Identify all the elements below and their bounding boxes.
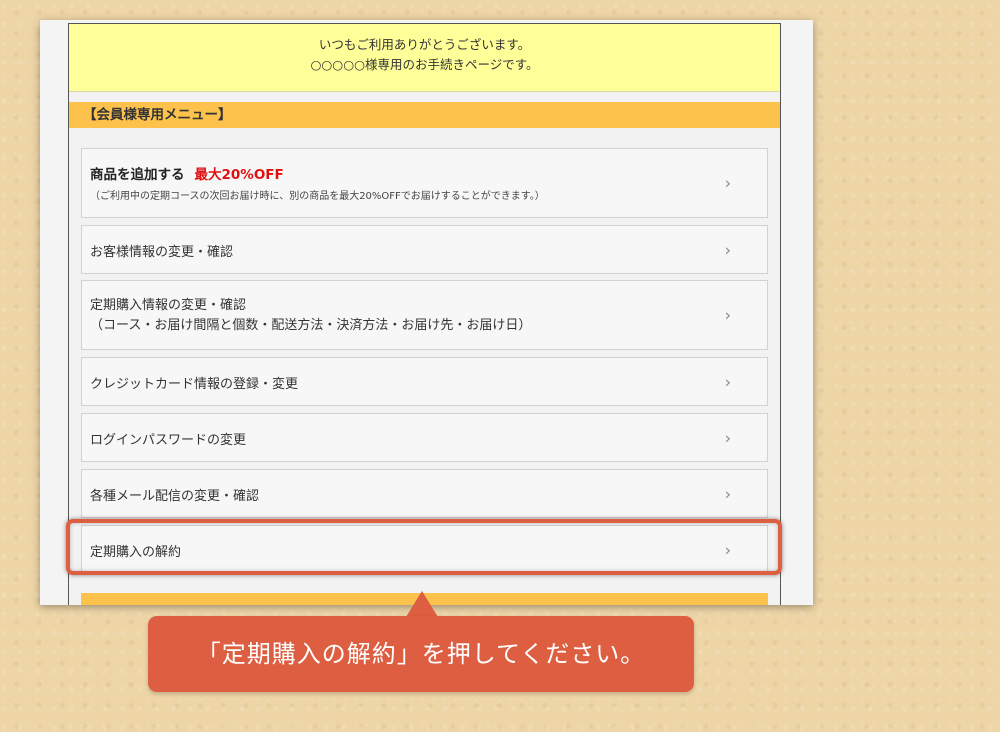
menu-item-credit-card[interactable]: クレジットカード情報の登録・変更 ›	[81, 357, 768, 406]
menu-item-mail-settings[interactable]: 各種メール配信の変更・確認 ›	[81, 469, 768, 518]
chevron-right-icon: ›	[724, 173, 731, 193]
subscription-info-title: 定期購入情報の変更・確認	[90, 298, 247, 313]
welcome-line-2: ○○○○○様専用のお手続きページです。	[310, 57, 539, 72]
chevron-right-icon: ›	[724, 428, 731, 447]
menu-item-label: お客様情報の変更・確認	[90, 245, 234, 260]
welcome-line-1: いつもご利用ありがとうございます。	[318, 37, 531, 52]
chevron-right-icon: ›	[724, 372, 731, 391]
screenshot-panel: いつもご利用ありがとうございます。 ○○○○○様専用のお手続きページです。 【会…	[40, 20, 813, 605]
add-product-note: （ご利用中の定期コースの次回お届け時に、別の商品を最大20%OFFでお届けするこ…	[90, 191, 545, 202]
chevron-right-icon: ›	[724, 305, 731, 325]
chevron-right-icon: ›	[724, 484, 731, 503]
callout-pointer	[406, 591, 438, 617]
welcome-banner: いつもご利用ありがとうございます。 ○○○○○様専用のお手続きページです。	[69, 24, 780, 92]
menu-item-subscription-info[interactable]: 定期購入情報の変更・確認 （コース・お届け間隔と個数・配送方法・決済方法・お届け…	[81, 280, 768, 350]
highlight-frame	[66, 519, 782, 575]
subscription-info-detail: （コース・お届け間隔と個数・配送方法・決済方法・お届け先・お届け日）	[90, 318, 532, 333]
instruction-callout: 「定期購入の解約」を押してください。	[148, 616, 694, 692]
menu-item-label: 各種メール配信の変更・確認	[90, 489, 260, 504]
menu-item-password[interactable]: ログインパスワードの変更 ›	[81, 413, 768, 462]
menu-item-add-product[interactable]: 商品を追加する 最大20%OFF （ご利用中の定期コースの次回お届け時に、別の商品…	[81, 148, 768, 218]
member-menu-header: 【会員様専用メニュー】	[69, 102, 780, 128]
menu-item-label: ログインパスワードの変更	[90, 433, 247, 448]
chevron-right-icon: ›	[724, 240, 731, 259]
member-page: いつもご利用ありがとうございます。 ○○○○○様専用のお手続きページです。 【会…	[68, 23, 781, 605]
add-product-title: 商品を追加する	[90, 167, 185, 183]
menu-item-label: クレジットカード情報の登録・変更	[90, 377, 299, 392]
menu-item-customer-info[interactable]: お客様情報の変更・確認 ›	[81, 225, 768, 274]
discount-badge: 最大20%OFF	[194, 167, 284, 183]
